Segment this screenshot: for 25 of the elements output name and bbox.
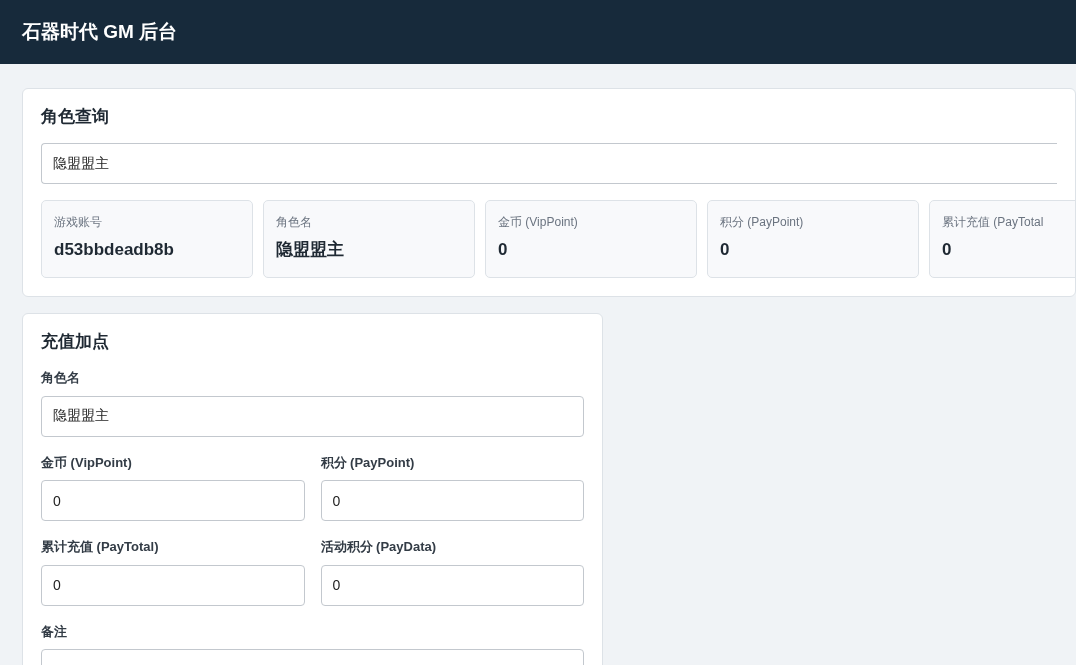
stat-label: 累计充值 (PayTotal (942, 214, 1045, 232)
field-label: 累计充值 (PayTotal) (41, 538, 160, 557)
input-field[interactable]: 0 (320, 480, 584, 522)
field-label: 活动积分 (PayData) (320, 538, 438, 557)
input-field[interactable]: 0 (41, 480, 305, 522)
stat-value: 0 (942, 239, 953, 262)
section-title: 充值加点 (41, 331, 110, 353)
field-label: 角色名 (41, 369, 81, 388)
app-title: 石器时代 GM 后台 (22, 20, 178, 44)
field-label: 备注 (41, 622, 68, 641)
section-title: 角色查询 (41, 107, 110, 128)
field-label: 金币 (VipPoint) (41, 453, 133, 472)
input-field[interactable]: 0 (41, 564, 305, 606)
field-label: 积分 (PayPoint) (320, 453, 416, 472)
input-field[interactable]: 0 (320, 564, 584, 606)
search-field[interactable]: 隐盟盟主 (41, 143, 1057, 185)
stat-value: d53bbdeadb8b (54, 239, 175, 262)
stat-label: 角色名 (276, 214, 313, 232)
stat-label: 游戏账号 (54, 214, 103, 232)
stat-value: 0 (498, 239, 509, 262)
stat-value: 隐盟盟主 (276, 239, 345, 262)
input-field[interactable]: 隐盟盟主 (41, 395, 584, 437)
stat-value: 0 (720, 239, 731, 262)
stat-label: 积分 (PayPoint) (720, 214, 805, 232)
stat-label: 金币 (VipPoint) (498, 214, 579, 232)
